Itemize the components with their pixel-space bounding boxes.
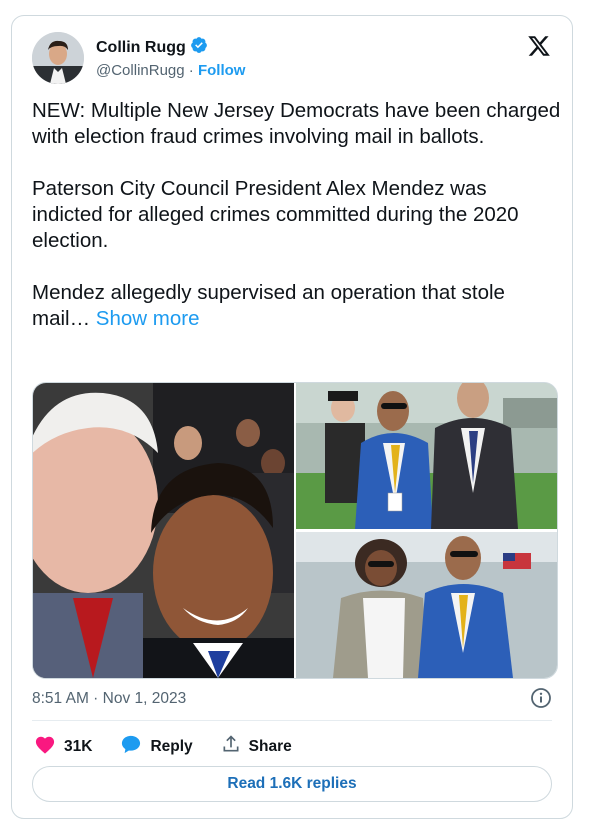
reply-label: Reply	[150, 737, 193, 755]
show-more-link[interactable]: Show more	[96, 307, 200, 330]
share-icon	[221, 734, 241, 759]
share-label: Share	[248, 737, 292, 755]
photo-selfie-left[interactable]	[33, 383, 294, 678]
like-count: 31K	[64, 737, 93, 755]
like-button[interactable]: 31K	[34, 734, 92, 759]
tweet-paragraph-3: Mendez allegedly supervised an operation…	[32, 280, 562, 332]
photo-event-bottom-right[interactable]	[296, 532, 557, 678]
separator-dot: ·	[188, 62, 194, 79]
verified-badge-icon	[190, 36, 208, 59]
info-icon[interactable]	[530, 687, 552, 714]
avatar-photo	[32, 32, 84, 84]
media-grid[interactable]	[32, 382, 558, 679]
author-handle[interactable]: @CollinRugg	[96, 62, 185, 79]
speech-bubble-icon	[120, 734, 142, 759]
photo-event-top-right[interactable]	[296, 383, 557, 529]
author-name-row: Collin Rugg	[96, 36, 208, 59]
author-avatar[interactable]	[32, 32, 84, 84]
tweet-paragraph-1: NEW: Multiple New Jersey Democrats have …	[32, 99, 561, 148]
divider	[32, 720, 552, 721]
action-bar: 31K Reply Share	[34, 734, 320, 759]
tweet-card: Collin Rugg @CollinRugg · Follow NEW: Mu…	[11, 15, 573, 819]
follow-link[interactable]: Follow	[198, 62, 246, 79]
share-button[interactable]: Share	[221, 734, 292, 759]
read-replies-button[interactable]: Read 1.6K replies	[32, 766, 552, 802]
heart-icon	[34, 734, 56, 759]
author-name[interactable]: Collin Rugg	[96, 39, 186, 57]
x-logo-icon[interactable]	[526, 34, 552, 63]
tweet-text: NEW: Multiple New Jersey Democrats have …	[32, 98, 562, 358]
reply-button[interactable]: Reply	[120, 734, 193, 759]
author-handle-row: @CollinRugg · Follow	[96, 62, 245, 79]
tweet-timestamp[interactable]: 8:51 AM · Nov 1, 2023	[32, 690, 186, 708]
tweet-paragraph-2: Paterson City Council President Alex Men…	[32, 177, 519, 252]
